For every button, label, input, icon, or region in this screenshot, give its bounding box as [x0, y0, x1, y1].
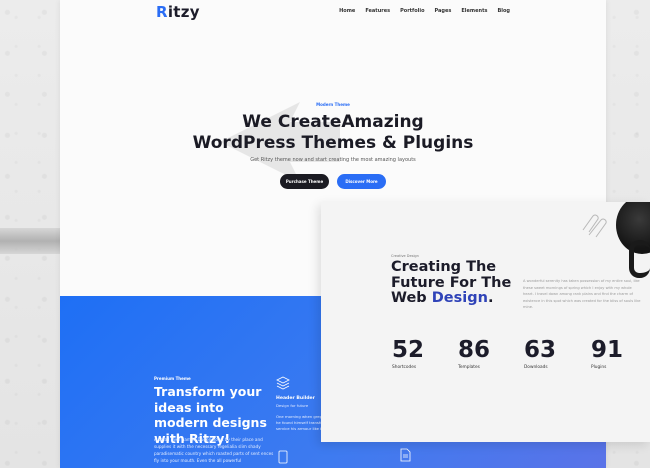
stat-plugins: 91 Plugins [591, 338, 623, 370]
stat-templates: 86 Templates [458, 338, 490, 370]
stat-label: Downloads [524, 365, 548, 370]
hero-title-line2: WordPress Themes & Plugins [192, 133, 474, 153]
feature-subtitle: Design for future [276, 403, 309, 408]
hero-section: Modern Theme We CreateAmazing WordPress … [60, 102, 606, 189]
card-title-line1: Creating The [391, 259, 497, 275]
card-tag: Creative Design [391, 254, 419, 258]
coffee-mug-handle [629, 240, 650, 278]
card-title-web: Web [391, 290, 432, 306]
hero-subtitle: Get Ritzy theme now and start creating t… [250, 157, 416, 163]
logo-initial: R [156, 3, 168, 21]
hero-title: We CreateAmazing WordPress Themes & Plug… [60, 112, 606, 154]
nav-item-features[interactable]: Features [365, 8, 390, 14]
stat-number: 91 [591, 337, 624, 363]
nav-item-home[interactable]: Home [339, 8, 355, 14]
hero-title-line1: We CreateAmazing [242, 112, 424, 132]
card-title-line3: Web Design. [391, 290, 511, 307]
card-title-highlight: Design [431, 290, 488, 306]
card-paragraph: A wonderful serenity has taken possessio… [523, 279, 641, 309]
nav-item-portfolio[interactable]: Portfolio [400, 8, 424, 14]
stat-number: 86 [458, 337, 491, 363]
creative-design-card: Creative Design Creating The Future For … [321, 202, 650, 442]
document-icon [400, 448, 411, 462]
purchase-theme-button[interactable]: Purchase Theme [280, 174, 329, 189]
logo-text: itzy [167, 3, 200, 21]
navigation-bar: Ritzy Home Features Portfolio Pages Elem… [60, 0, 606, 22]
logo[interactable]: Ritzy [156, 3, 200, 21]
card-title-period: . [487, 290, 494, 306]
paperclips-decoration [582, 214, 607, 238]
stat-label: Shortcodes [392, 365, 417, 370]
nav-item-elements[interactable]: Elements [461, 8, 487, 14]
mobile-icon [278, 450, 288, 464]
nav-item-pages[interactable]: Pages [435, 8, 452, 14]
stat-shortcodes: 52 Shortcodes [392, 338, 424, 370]
layers-icon [276, 376, 290, 390]
nav-menu: Home Features Portfolio Pages Elements B… [339, 8, 510, 14]
feature-title: Header Builder [276, 396, 315, 401]
nav-item-blog[interactable]: Blog [497, 8, 510, 14]
stat-number: 52 [392, 337, 425, 363]
stat-label: Templates [458, 365, 480, 370]
stat-label: Plugins [591, 365, 607, 370]
card-title: Creating The Future For The Web Design. [391, 259, 512, 307]
stat-number: 63 [524, 337, 557, 363]
hero-tag: Modern Theme [316, 102, 350, 107]
band-tag: Premium Theme [154, 376, 191, 381]
card-title-line2: Future For The [391, 274, 512, 291]
band-text: A small river named Duden flows by their… [154, 437, 274, 463]
stat-downloads: 63 Downloads [524, 338, 556, 370]
background-stripe [0, 228, 60, 254]
discover-more-button[interactable]: Discover More [337, 174, 386, 189]
hero-buttons: Purchase Theme Discover More [60, 174, 606, 189]
